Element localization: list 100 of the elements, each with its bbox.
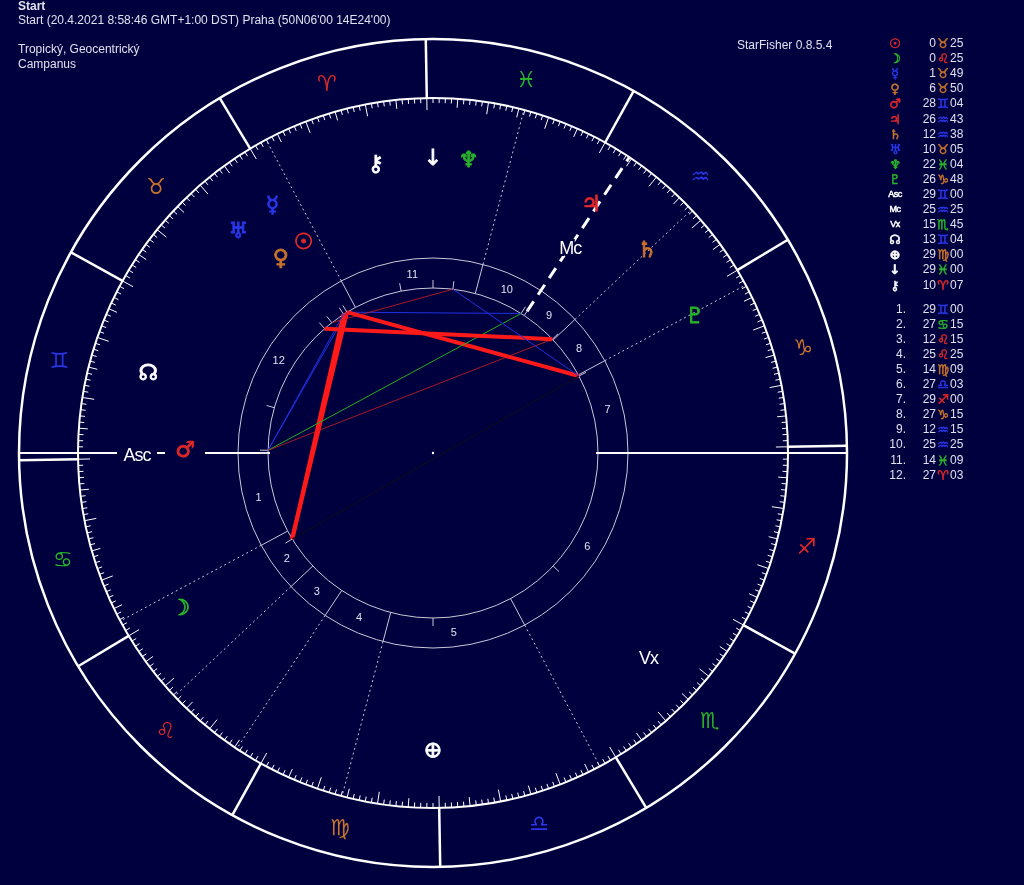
house-cusp-tick bbox=[577, 360, 606, 376]
house-number: 7 bbox=[604, 403, 611, 416]
position-minutes: 05 bbox=[950, 141, 965, 157]
angle-label: Asc bbox=[123, 445, 151, 465]
sign-symbol: ♊ bbox=[937, 302, 949, 316]
sign-symbol: ♉ bbox=[937, 67, 949, 81]
house-number: 9 bbox=[546, 309, 553, 322]
cusp-degrees: 27 bbox=[921, 407, 936, 423]
sign-symbol: ♏ bbox=[937, 218, 949, 232]
sign-symbol: ♒ bbox=[937, 438, 949, 452]
sign-divider bbox=[231, 762, 262, 816]
sign-symbol: ♐ bbox=[937, 393, 949, 407]
zodiac-sign: ♊ bbox=[49, 347, 70, 373]
position-degrees: 25 bbox=[921, 202, 936, 218]
zodiac-sign: ♌ bbox=[155, 717, 176, 743]
planet-symbol: ⊕ bbox=[889, 248, 901, 262]
zodiac-sign: ♒ bbox=[690, 164, 711, 190]
position-degrees: 29 bbox=[921, 247, 936, 263]
cusp-degrees: 27 bbox=[921, 377, 936, 393]
chart-title: Start bbox=[18, 0, 47, 13]
planet-glyph: ☊ bbox=[138, 359, 159, 385]
sign-symbol: ♍ bbox=[937, 248, 949, 262]
sign-symbol: ♑ bbox=[937, 172, 949, 186]
cusp-minutes: 15 bbox=[950, 407, 965, 423]
zodiac-sign: ♈ bbox=[317, 70, 337, 96]
position-degrees: 29 bbox=[921, 262, 936, 278]
position-degrees: 29 bbox=[921, 187, 936, 202]
planet-symbol: ♇ bbox=[889, 172, 901, 186]
sign-symbol: ♓ bbox=[937, 157, 949, 171]
sign-symbol: ♍ bbox=[937, 363, 949, 376]
planet-glyph: ⊕ bbox=[423, 737, 443, 762]
planet-tick bbox=[432, 617, 434, 627]
sign-divider bbox=[77, 634, 130, 668]
sign-symbol: ♑ bbox=[937, 408, 949, 422]
position-degrees: 15 bbox=[921, 217, 936, 233]
position-minutes: 43 bbox=[950, 111, 965, 127]
cusp-minutes: 15 bbox=[950, 331, 965, 347]
cusp-degrees: 29 bbox=[921, 301, 936, 317]
chart-subtitle: Start (20.4.2021 8:58:46 GMT+1:00 DST) Praha (50N06'00 14E24'00) bbox=[18, 13, 391, 28]
house-label: 6. bbox=[895, 377, 907, 393]
planet-glyph: ☽ bbox=[170, 595, 191, 621]
planet-symbol: Vx bbox=[890, 218, 900, 232]
house-number: 6 bbox=[584, 539, 591, 552]
sign-divider bbox=[437, 807, 442, 867]
house-cusp-tick bbox=[340, 280, 356, 308]
house-number: 4 bbox=[356, 611, 363, 624]
position-minutes: 04 bbox=[950, 232, 965, 248]
house-number: 11 bbox=[406, 268, 418, 281]
cusp-degrees: 25 bbox=[921, 346, 936, 362]
planet-tick bbox=[552, 565, 560, 573]
planet-tick bbox=[266, 405, 275, 409]
house-label: 12. bbox=[888, 467, 907, 483]
sign-symbol: ♊ bbox=[937, 97, 949, 111]
house-label: 4. bbox=[895, 346, 907, 362]
zodiac-sign: ♍ bbox=[330, 814, 350, 840]
sign-symbol: ♒ bbox=[937, 127, 949, 141]
position-degrees: 0 bbox=[928, 36, 936, 52]
house-number: 2 bbox=[283, 552, 290, 565]
planet-symbol: ♅ bbox=[889, 142, 901, 156]
planet-glyph: ♆ bbox=[458, 147, 479, 173]
center-dot bbox=[431, 451, 435, 455]
position-degrees: 1 bbox=[928, 66, 936, 82]
planet-symbol: Mc bbox=[889, 203, 901, 217]
sign-symbol: ♒ bbox=[937, 423, 949, 437]
house-label: 8. bbox=[895, 407, 907, 423]
position-minutes: 04 bbox=[950, 156, 965, 172]
sign-symbol: ♈ bbox=[937, 468, 949, 482]
house-cusp-tick bbox=[382, 612, 392, 642]
position-degrees: 10 bbox=[921, 277, 936, 293]
cusp-minutes: 15 bbox=[950, 422, 965, 438]
app-version: StarFisher 0.8.5.4 bbox=[737, 38, 833, 52]
cusp-minutes: 09 bbox=[950, 452, 965, 468]
planet-glyph: ♀ bbox=[272, 245, 289, 271]
planet-tick bbox=[452, 280, 455, 290]
position-degrees: 13 bbox=[921, 232, 936, 248]
zodiac-sign: ♐ bbox=[796, 534, 817, 560]
house-cusp-tick bbox=[474, 264, 484, 294]
sign-symbol: ♒ bbox=[937, 203, 949, 217]
position-minutes: 04 bbox=[950, 96, 965, 112]
sign-divider bbox=[70, 251, 124, 282]
sign-symbol: ♊ bbox=[937, 188, 949, 201]
house-label: 1. bbox=[895, 301, 907, 317]
planet-symbol: ☉ bbox=[889, 37, 901, 51]
house-label: 7. bbox=[895, 392, 907, 408]
position-degrees: 22 bbox=[921, 156, 936, 172]
cusp-degrees: 25 bbox=[921, 437, 936, 453]
position-degrees: 6 bbox=[928, 81, 936, 97]
position-degrees: 26 bbox=[921, 171, 936, 187]
planet-symbol: ♄ bbox=[889, 127, 901, 141]
sign-divider bbox=[19, 457, 79, 462]
position-minutes: 25 bbox=[950, 202, 965, 218]
sign-symbol: ♌ bbox=[937, 332, 949, 346]
sign-symbol: ♊ bbox=[937, 233, 949, 247]
sign-symbol: ♓ bbox=[937, 263, 949, 277]
sign-divider bbox=[604, 90, 635, 144]
position-minutes: 49 bbox=[950, 66, 965, 82]
house-label: 9. bbox=[895, 422, 907, 438]
angle-label: Vx bbox=[639, 647, 659, 668]
position-degrees: 10 bbox=[921, 141, 936, 157]
planet-glyph: ⚷ bbox=[367, 150, 384, 176]
